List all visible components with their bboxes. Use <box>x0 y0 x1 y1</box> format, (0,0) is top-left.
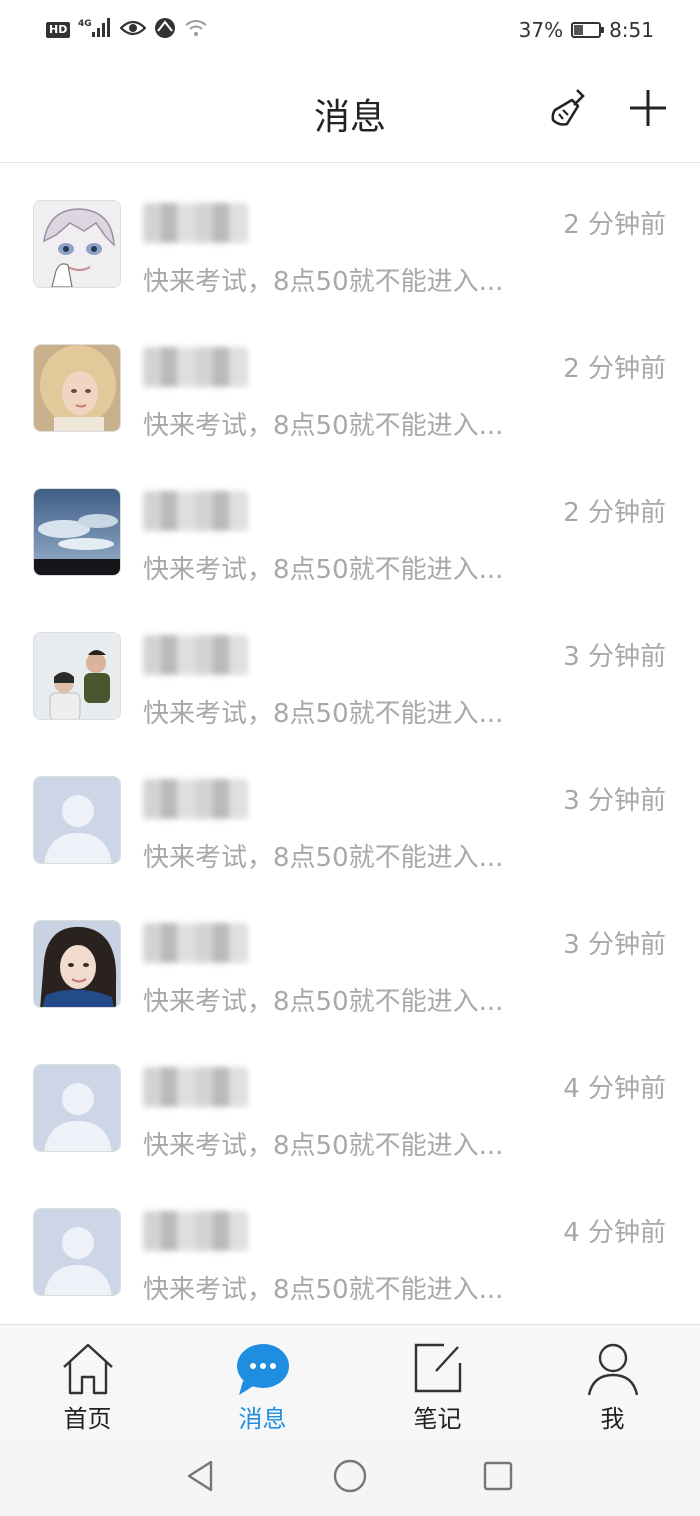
avatar[interactable] <box>33 344 121 432</box>
tab-me[interactable]: 我 <box>525 1325 700 1437</box>
home-icon <box>60 1341 116 1397</box>
contact-name-redacted <box>143 779 248 819</box>
avatar[interactable] <box>33 1208 121 1296</box>
tab-home[interactable]: 首页 <box>0 1325 175 1437</box>
message-preview: 快来考试，8点50就不能进入... <box>143 1275 504 1305</box>
tab-messages-label: 消息 <box>238 1405 287 1433</box>
avatar[interactable] <box>33 920 121 1008</box>
person-icon <box>585 1341 641 1397</box>
avatar[interactable] <box>33 200 121 288</box>
message-time: 3 分钟前 <box>563 930 666 960</box>
message-time: 3 分钟前 <box>563 786 666 816</box>
broom-icon <box>547 86 591 134</box>
contact-name-redacted <box>143 203 248 243</box>
contact-name-redacted <box>143 1067 248 1107</box>
avatar[interactable] <box>33 632 121 720</box>
recents-icon[interactable] <box>480 1458 516 1494</box>
avatar[interactable] <box>33 488 121 576</box>
page-title: 消息 <box>313 97 386 138</box>
message-time: 4 分钟前 <box>563 1218 666 1248</box>
message-row[interactable]: 3 分钟前快来考试，8点50就不能进入... <box>0 883 700 1027</box>
system-nav-bar <box>0 1436 700 1516</box>
tab-messages[interactable]: 消息 <box>175 1325 350 1437</box>
plus-icon <box>628 88 668 132</box>
message-row[interactable]: 4 分钟前快来考试，8点50就不能进入... <box>0 1027 700 1171</box>
clock: 8:51 <box>609 18 654 42</box>
contact-name-redacted <box>143 347 248 387</box>
message-time: 4 分钟前 <box>563 1074 666 1104</box>
battery-icon <box>571 22 605 38</box>
tab-home-label: 首页 <box>63 1405 112 1433</box>
chat-bubble-icon <box>235 1341 291 1397</box>
home-circle-icon[interactable] <box>332 1458 368 1494</box>
message-row[interactable]: 2 分钟前快来考试，8点50就不能进入... <box>0 451 700 595</box>
status-icons-left: HD 4G <box>46 18 208 42</box>
tab-notes[interactable]: 笔记 <box>350 1325 525 1437</box>
edit-note-icon <box>410 1341 466 1397</box>
message-row[interactable]: 3 分钟前快来考试，8点50就不能进入... <box>0 595 700 739</box>
message-time: 2 分钟前 <box>563 210 666 240</box>
message-time: 2 分钟前 <box>563 354 666 384</box>
svg-text:4G: 4G <box>78 19 92 29</box>
message-row[interactable]: 2 分钟前快来考试，8点50就不能进入... <box>0 163 700 307</box>
message-preview: 快来考试，8点50就不能进入... <box>143 411 504 441</box>
eye-icon <box>119 19 147 41</box>
message-preview: 快来考试，8点50就不能进入... <box>143 843 504 873</box>
message-preview: 快来考试，8点50就不能进入... <box>143 699 504 729</box>
battery-percent: 37% <box>518 18 564 42</box>
contact-name-redacted <box>143 491 248 531</box>
message-preview: 快来考试，8点50就不能进入... <box>143 267 504 297</box>
message-preview: 快来考试，8点50就不能进入... <box>143 1131 504 1161</box>
tab-me-label: 我 <box>600 1405 625 1433</box>
message-preview: 快来考试，8点50就不能进入... <box>143 555 504 585</box>
tab-notes-label: 笔记 <box>413 1405 462 1433</box>
avatar[interactable] <box>33 776 121 864</box>
contact-name-redacted <box>143 923 248 963</box>
hd-icon: HD <box>46 22 71 38</box>
status-icons-right: 37% 8:51 <box>519 16 654 44</box>
status-bar: HD 4G 37% 8:51 <box>0 0 700 60</box>
signal-icon: 4G <box>78 17 112 43</box>
message-time: 2 分钟前 <box>563 498 666 528</box>
message-row[interactable]: 4 分钟前快来考试，8点50就不能进入... <box>0 1171 700 1315</box>
battery-fill <box>574 25 584 35</box>
vpn-icon <box>154 17 176 43</box>
message-row[interactable]: 2 分钟前快来考试，8点50就不能进入... <box>0 307 700 451</box>
contact-name-redacted <box>143 1211 248 1251</box>
add-button[interactable] <box>624 86 672 134</box>
app-header: 消息 <box>0 60 700 163</box>
avatar[interactable] <box>33 1064 121 1152</box>
wifi-icon <box>184 18 208 42</box>
contact-name-redacted <box>143 635 248 675</box>
message-preview: 快来考试，8点50就不能进入... <box>143 987 504 1017</box>
message-row[interactable]: 3 分钟前快来考试，8点50就不能进入... <box>0 739 700 883</box>
bottom-tab-bar: 首页 消息 笔记 我 <box>0 1324 700 1437</box>
back-icon[interactable] <box>182 1458 218 1494</box>
message-time: 3 分钟前 <box>563 642 666 672</box>
clean-button[interactable] <box>545 86 593 134</box>
message-list[interactable]: 2 分钟前 快来考试，8点50就不能进入... 2 分钟前 快来考试，8点50就不能进… <box>0 163 700 1315</box>
